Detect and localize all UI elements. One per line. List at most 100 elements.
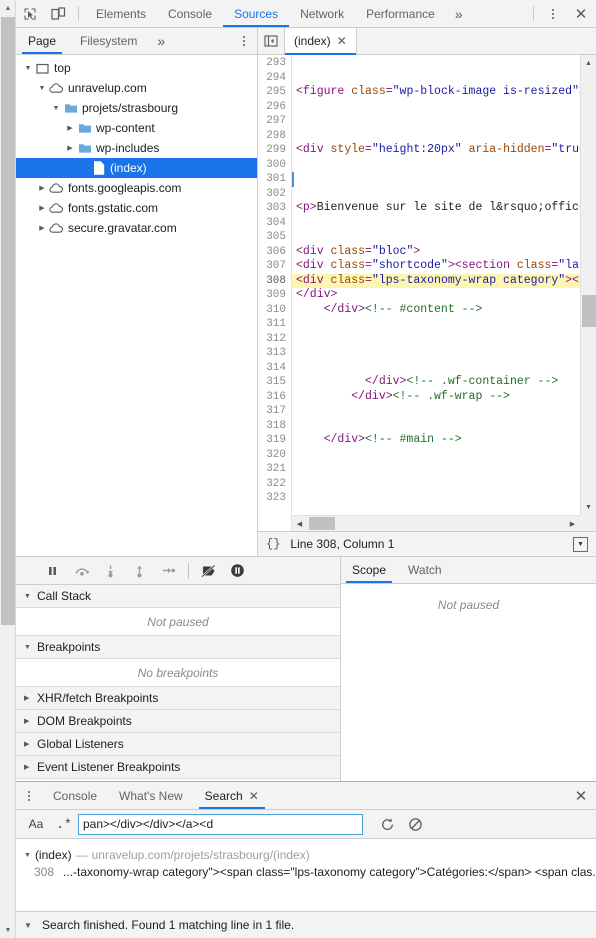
debugger-section-xhr-fetch-breakpoints[interactable]: ▶ XHR/fetch Breakpoints: [16, 687, 340, 711]
step-over-icon[interactable]: [67, 558, 96, 584]
tree-item-wp-includes[interactable]: ▶ wp-includes: [16, 138, 257, 158]
code-content[interactable]: <figure class="wp-block-image is-resized…: [292, 55, 596, 531]
editor-scroll-right-arrow[interactable]: ▶: [565, 516, 580, 531]
code-line[interactable]: <figure class="wp-block-image is-resized…: [292, 85, 596, 100]
chevron-down-icon[interactable]: ▼: [22, 921, 34, 930]
search-result-row[interactable]: 308 ...-taxonomy-wrap category"><span cl…: [16, 865, 596, 885]
tree-item-unravelup-com[interactable]: ▼ unravelup.com: [16, 78, 257, 98]
drawer-tab-console[interactable]: Console: [42, 782, 108, 809]
page-scrollbar[interactable]: ▲ ▼: [0, 0, 16, 938]
line-number[interactable]: 300: [258, 158, 286, 173]
inspect-cursor-icon[interactable]: [16, 0, 44, 27]
editor-vertical-scrollbar[interactable]: ▲ ▼: [580, 55, 596, 516]
line-number[interactable]: 306: [258, 245, 286, 260]
line-number[interactable]: 309: [258, 288, 286, 303]
close-icon[interactable]: ✕: [249, 789, 259, 803]
code-line[interactable]: <div class="bloc">: [292, 245, 596, 260]
code-line[interactable]: [292, 71, 596, 86]
deactivate-breakpoints-icon[interactable]: [194, 558, 223, 584]
code-line[interactable]: </div><!-- #main -->: [292, 433, 596, 448]
editor-settings-icon[interactable]: ▼: [573, 536, 588, 552]
code-line[interactable]: [292, 114, 596, 129]
line-number[interactable]: 313: [258, 346, 286, 361]
line-number[interactable]: 303: [258, 201, 286, 216]
device-toolbar-icon[interactable]: [44, 0, 72, 27]
chevron-right-icon[interactable]: ▶: [36, 204, 48, 212]
code-line-highlighted[interactable]: <div class="lps-taxonomy-wrap category">…: [292, 273, 596, 288]
code-line[interactable]: [292, 419, 596, 434]
tab-console[interactable]: Console: [157, 0, 223, 27]
line-number[interactable]: 310: [258, 303, 286, 318]
editor-horizontal-scrollbar[interactable]: ◀ ▶: [292, 515, 580, 532]
editor-scroll-down-arrow[interactable]: ▼: [581, 499, 596, 515]
chevron-right-icon[interactable]: ▶: [24, 694, 32, 702]
tab-performance[interactable]: Performance: [355, 0, 446, 27]
code-line[interactable]: [292, 129, 596, 144]
chevron-down-icon[interactable]: ▼: [24, 644, 32, 651]
chevron-down-icon[interactable]: ▼: [22, 65, 34, 72]
code-line[interactable]: </div><!-- #content -->: [292, 303, 596, 318]
step-out-icon[interactable]: [125, 558, 154, 584]
chevron-right-icon[interactable]: ▶: [24, 740, 32, 748]
editor-vscroll-thumb[interactable]: [582, 295, 596, 327]
pretty-print-icon[interactable]: {}: [266, 537, 280, 551]
code-line[interactable]: <p>Bienvenue sur le site de l&rsquo;offi…: [292, 201, 596, 216]
editor-scroll-left-arrow[interactable]: ◀: [292, 516, 307, 531]
line-number[interactable]: 315: [258, 375, 286, 390]
chevron-down-icon[interactable]: ▼: [24, 593, 32, 600]
line-number[interactable]: 320: [258, 448, 286, 463]
line-number[interactable]: 297: [258, 114, 286, 129]
line-number[interactable]: 307: [258, 259, 286, 274]
nav-tab-filesystem[interactable]: Filesystem: [68, 28, 149, 54]
line-number[interactable]: 308: [258, 274, 286, 289]
drawer-tab-whats-new[interactable]: What's New: [108, 782, 194, 809]
line-number[interactable]: 321: [258, 462, 286, 477]
pause-icon[interactable]: [38, 558, 67, 584]
code-line[interactable]: [292, 230, 596, 245]
tree-item-projets-strasbourg[interactable]: ▼ projets/strasbourg: [16, 98, 257, 118]
tab-scope[interactable]: Scope: [341, 557, 397, 584]
code-line[interactable]: <div class="shortcode"><section class="l…: [292, 259, 596, 274]
line-number[interactable]: 318: [258, 419, 286, 434]
pause-on-exceptions-icon[interactable]: [223, 558, 252, 584]
tab-elements[interactable]: Elements: [85, 0, 157, 27]
tree-item-fonts-googleapis-com[interactable]: ▶ fonts.googleapis.com: [16, 178, 257, 198]
code-line[interactable]: [292, 462, 596, 477]
line-number[interactable]: 298: [258, 129, 286, 144]
drawer-more-options-icon[interactable]: [16, 782, 42, 809]
code-line[interactable]: </div><!-- .wf-wrap -->: [292, 390, 596, 405]
debugger-section-dom-breakpoints[interactable]: ▶ DOM Breakpoints: [16, 710, 340, 734]
navigator-more-tabs-icon[interactable]: »: [149, 28, 173, 54]
line-number[interactable]: 293: [258, 56, 286, 71]
code-line[interactable]: </div>: [292, 288, 596, 303]
line-number[interactable]: 322: [258, 477, 286, 492]
line-number[interactable]: 311: [258, 317, 286, 332]
line-number[interactable]: 316: [258, 390, 286, 405]
code-line[interactable]: [292, 448, 596, 463]
line-number[interactable]: 302: [258, 187, 286, 202]
chevron-down-icon[interactable]: ▼: [50, 105, 62, 112]
tab-watch[interactable]: Watch: [397, 557, 453, 583]
code-line[interactable]: [292, 158, 596, 173]
code-line[interactable]: [292, 187, 596, 202]
drawer-tab-search[interactable]: Search ✕: [194, 782, 270, 810]
code-line[interactable]: [292, 100, 596, 115]
chevron-right-icon[interactable]: ▶: [24, 717, 32, 725]
search-input[interactable]: [78, 813, 363, 835]
code-line[interactable]: [292, 491, 596, 506]
refresh-icon[interactable]: [373, 813, 401, 835]
close-drawer-icon[interactable]: ✕: [566, 782, 596, 809]
tree-item-secure-gravatar-com[interactable]: ▶ secure.gravatar.com: [16, 218, 257, 238]
match-case-button[interactable]: Aa: [22, 813, 50, 835]
step-icon[interactable]: [154, 558, 183, 584]
page-scroll-thumb[interactable]: [1, 17, 15, 625]
code-line[interactable]: [292, 477, 596, 492]
debugger-section-global-listeners[interactable]: ▶ Global Listeners: [16, 733, 340, 757]
tab-network[interactable]: Network: [289, 0, 355, 27]
line-number[interactable]: 312: [258, 332, 286, 347]
line-number[interactable]: 304: [258, 216, 286, 231]
debugger-section-breakpoints[interactable]: ▼ Breakpoints: [16, 636, 340, 660]
line-number[interactable]: 296: [258, 100, 286, 115]
debugger-section-event-listener-breakpoints[interactable]: ▶ Event Listener Breakpoints: [16, 756, 340, 780]
code-line[interactable]: [292, 404, 596, 419]
